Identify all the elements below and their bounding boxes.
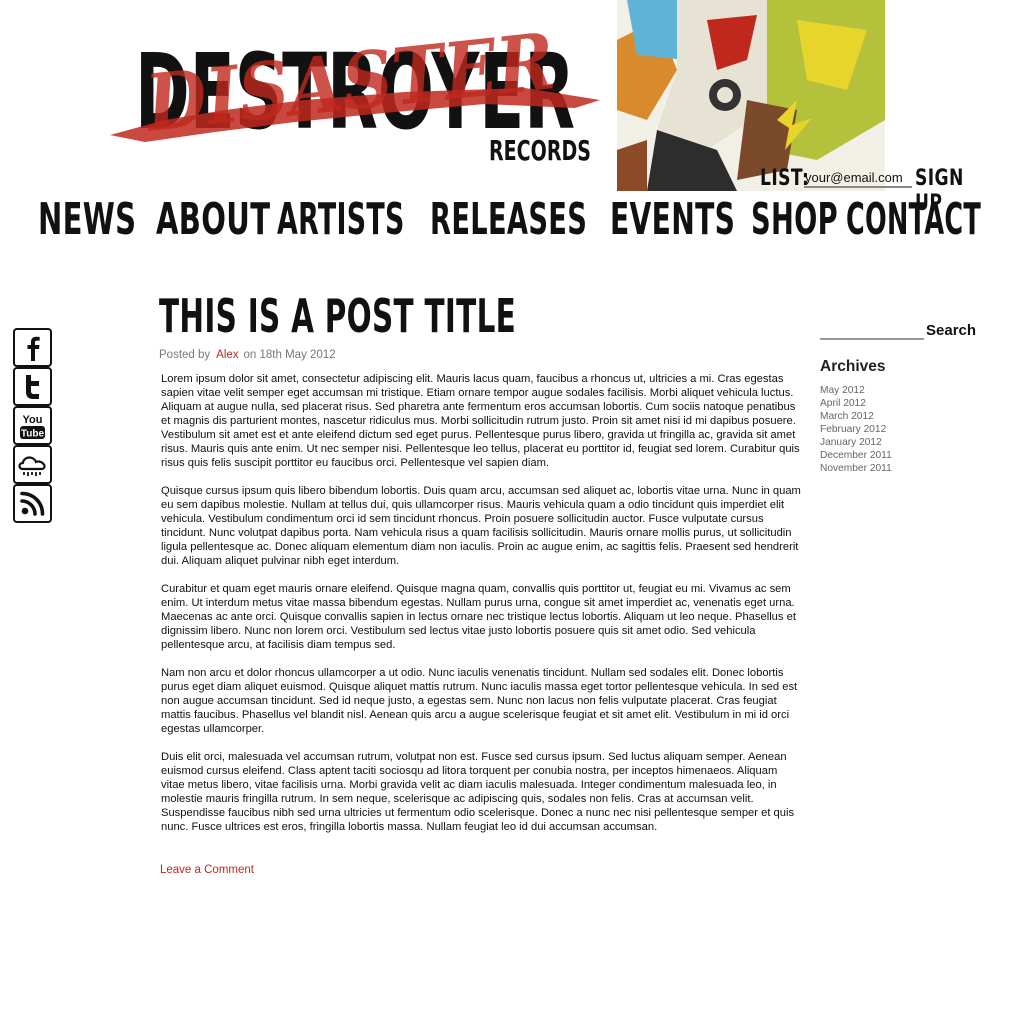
post-title[interactable]: THIS IS A POST TITLE <box>159 293 516 339</box>
archive-link[interactable]: December 2011 <box>820 449 892 462</box>
nav-news[interactable]: NEWS <box>38 198 136 242</box>
soundcloud-icon <box>18 456 46 476</box>
archive-link[interactable]: November 2011 <box>820 462 892 475</box>
twitter-icon <box>26 375 39 399</box>
header-banner: DESTROYER DISASTER RECORDS <box>105 0 885 191</box>
youtube-you-text: You <box>23 414 43 426</box>
archive-link[interactable]: January 2012 <box>820 436 892 449</box>
archive-link[interactable]: May 2012 <box>820 384 892 397</box>
facebook-link[interactable] <box>13 328 52 367</box>
post-paragraph: Lorem ipsum dolor sit amet, consectetur … <box>161 373 800 469</box>
nav-releases[interactable]: RELEASES <box>430 198 587 242</box>
soundcloud-link[interactable] <box>13 445 52 484</box>
logo-sub-text: RECORDS <box>489 134 591 167</box>
nav-about[interactable]: ABOUT <box>156 198 270 242</box>
archives-heading: Archives <box>820 358 886 375</box>
post-meta-prefix: Posted by <box>159 349 211 361</box>
rss-link[interactable] <box>13 484 52 523</box>
post-paragraph: Nam non arcu et dolor rhoncus ullamcorpe… <box>161 667 798 735</box>
post-author-link[interactable]: Alex <box>216 349 238 361</box>
archive-link[interactable]: March 2012 <box>820 410 892 423</box>
youtube-icon: You Tube <box>20 414 45 440</box>
archive-link[interactable]: February 2012 <box>820 423 892 436</box>
mailing-list-label: LIST: <box>760 166 810 191</box>
nav-artists[interactable]: ARTISTS <box>277 198 405 242</box>
email-field[interactable] <box>804 168 912 188</box>
archives-list: May 2012 April 2012 March 2012 February … <box>820 384 892 475</box>
nav-shop[interactable]: SHOP <box>751 198 838 242</box>
search-button[interactable]: Search <box>926 322 976 339</box>
youtube-tube-text: Tube <box>21 429 45 440</box>
twitter-link[interactable] <box>13 367 52 406</box>
post-paragraph: Curabitur et quam eget mauris ornare ele… <box>161 583 796 651</box>
facebook-icon <box>27 336 40 361</box>
header-artwork <box>617 0 885 191</box>
logo[interactable]: DESTROYER DISASTER RECORDS <box>105 0 605 175</box>
post-body: Lorem ipsum dolor sit amet, consectetur … <box>161 372 801 848</box>
youtube-link[interactable]: You Tube <box>13 406 52 445</box>
post-paragraph: Duis elit orci, malesuada vel accumsan r… <box>161 751 795 833</box>
leave-comment-link[interactable]: Leave a Comment <box>160 864 254 876</box>
post-paragraph: Quisque cursus ipsum quis libero bibendu… <box>161 485 801 567</box>
rss-icon <box>20 491 45 516</box>
nav-contact[interactable]: CONTACT <box>846 198 981 242</box>
post-meta: Posted by Alex on 18th May 2012 <box>159 349 336 361</box>
post-date: on 18th May 2012 <box>243 349 336 361</box>
search-input[interactable] <box>820 320 924 340</box>
nav-events[interactable]: EVENTS <box>610 198 735 242</box>
archive-link[interactable]: April 2012 <box>820 397 892 410</box>
